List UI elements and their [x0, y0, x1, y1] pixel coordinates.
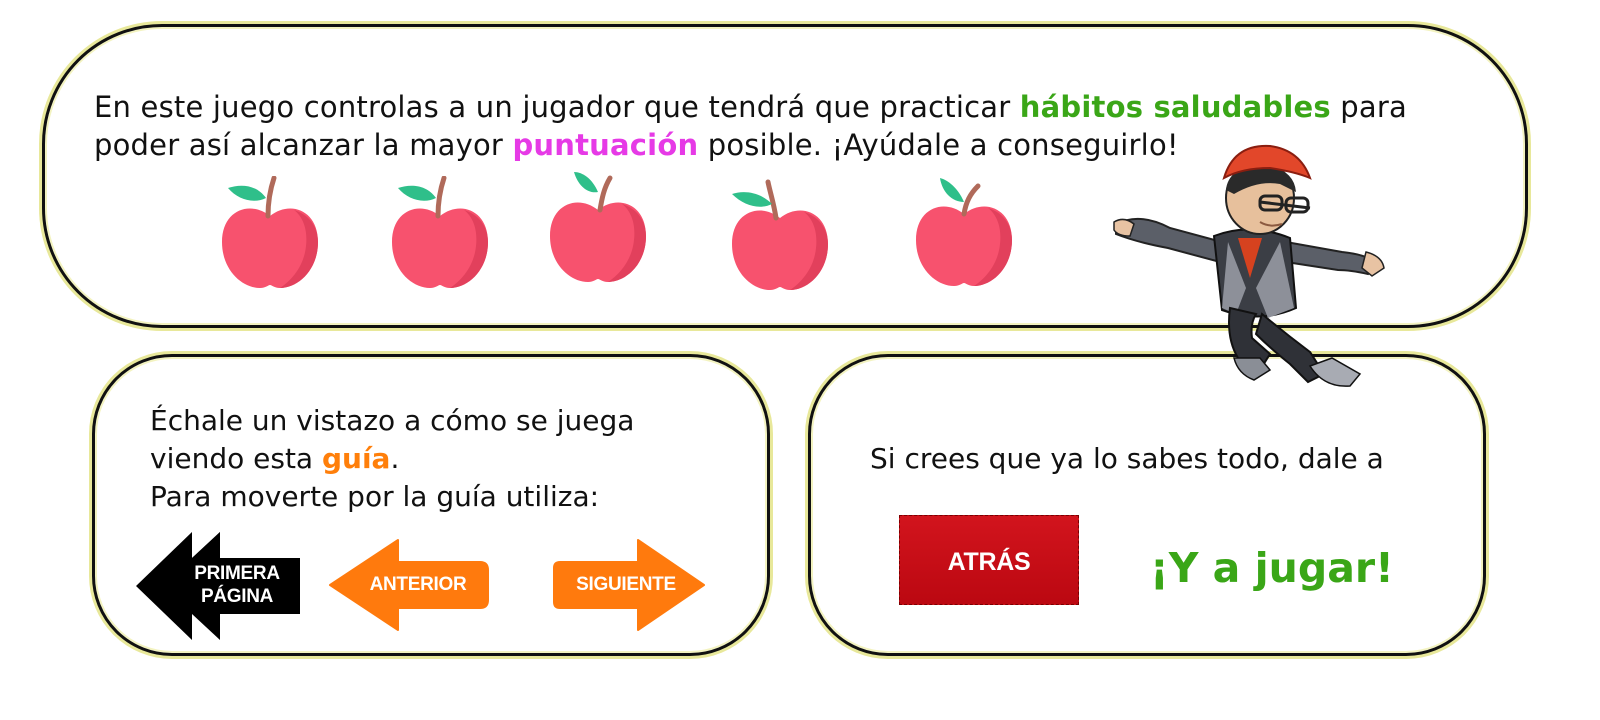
next-button[interactable]: SIGUIENTE — [552, 538, 706, 632]
first-page-label: PRIMERA PÁGINA — [178, 562, 296, 608]
apple-icon — [732, 179, 828, 290]
next-label: SIGUIENTE — [576, 574, 676, 595]
guide-text-line: Échale un vistazo a cómo se juega — [150, 404, 635, 437]
healthy-habits-highlight: hábitos saludables — [1019, 90, 1331, 124]
score-highlight: puntuación — [512, 128, 699, 162]
apple-icon — [222, 176, 318, 288]
first-page-label-line1: PRIMERA — [194, 563, 280, 584]
guide-text: Échale un vistazo a cómo se juega viendo… — [150, 402, 710, 516]
guide-text-line: Para moverte por la guía utiliza: — [150, 480, 600, 513]
intro-text-part: poder así alcanzar la mayor — [94, 128, 513, 162]
player-character — [1113, 144, 1385, 387]
previous-label: ANTERIOR — [369, 574, 467, 595]
first-page-button[interactable]: PRIMERA PÁGINA — [136, 532, 302, 640]
intro-text-part: para — [1330, 90, 1407, 124]
guide-text-part: viendo esta — [150, 442, 322, 475]
back-button[interactable]: ATRÁS — [899, 515, 1079, 605]
first-page-label-line2: PÁGINA — [200, 586, 274, 607]
play-text: Si crees que ya lo sabes todo, dale a — [870, 442, 1384, 475]
back-label: ATRÁS — [947, 548, 1031, 576]
apple-icon — [916, 178, 1012, 286]
guide-highlight: guía — [321, 442, 391, 475]
apple-icon — [550, 172, 646, 282]
intro-text-part: En este juego controlas a un jugador que… — [94, 90, 1020, 124]
guide-text-part: . — [390, 442, 400, 475]
intro-text-part: posible. ¡Ayúdale a conseguirlo! — [698, 128, 1179, 162]
previous-button[interactable]: ANTERIOR — [328, 538, 490, 632]
apple-icon — [392, 176, 488, 288]
play-button[interactable]: ¡Y a jugar! — [1150, 544, 1410, 592]
